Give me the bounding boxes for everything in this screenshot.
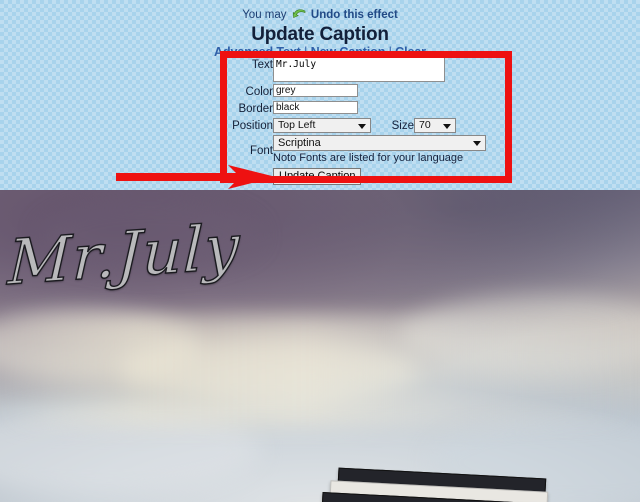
font-row: Font Scriptina Noto Fonts are listed for… <box>228 135 508 165</box>
color-row: Color <box>228 84 508 99</box>
font-select[interactable]: Scriptina <box>273 135 486 151</box>
position-label: Position <box>232 120 273 132</box>
border-label: Border <box>238 103 273 115</box>
annotation-arrow-icon <box>116 163 276 191</box>
size-select[interactable]: 70 <box>414 118 456 133</box>
color-label: Color <box>245 86 273 98</box>
position-size-row: Position Top Left Size 70 <box>228 118 508 133</box>
size-label: Size <box>391 120 414 132</box>
font-selected-value: Scriptina <box>278 137 321 149</box>
caption-preview-image[interactable]: Mr.July <box>0 190 640 502</box>
color-input[interactable] <box>273 84 358 97</box>
undo-notice: You may Undo this effect <box>0 9 640 21</box>
undo-arrow-icon <box>292 9 306 20</box>
chevron-down-icon <box>473 141 481 146</box>
text-row: Text Mr.July <box>228 57 508 82</box>
caption-text-input[interactable]: Mr.July <box>273 57 445 82</box>
size-selected-value: 70 <box>419 119 431 131</box>
font-label: Font <box>249 145 273 157</box>
undo-prefix-text: You may <box>242 9 287 21</box>
font-stack: Scriptina Noto Fonts are listed for your… <box>273 135 486 165</box>
font-note-text: Noto Fonts are listed for your language <box>273 152 464 164</box>
page-title: Update Caption <box>251 24 389 45</box>
caption-editor-panel: You may Undo this effect Update Caption … <box>0 0 640 190</box>
horizon-haze <box>0 314 640 428</box>
chevron-down-icon <box>443 124 451 129</box>
position-selected-value: Top Left <box>278 119 316 131</box>
border-input[interactable] <box>273 101 358 114</box>
screenshot-root: You may Undo this effect Update Caption … <box>0 0 640 502</box>
chevron-down-icon <box>358 124 366 129</box>
update-caption-button[interactable]: Update Caption <box>273 168 362 185</box>
border-row: Border <box>228 101 508 116</box>
undo-this-effect-link[interactable]: Undo this effect <box>311 9 398 21</box>
text-label: Text <box>251 59 273 71</box>
position-select[interactable]: Top Left <box>273 118 371 133</box>
